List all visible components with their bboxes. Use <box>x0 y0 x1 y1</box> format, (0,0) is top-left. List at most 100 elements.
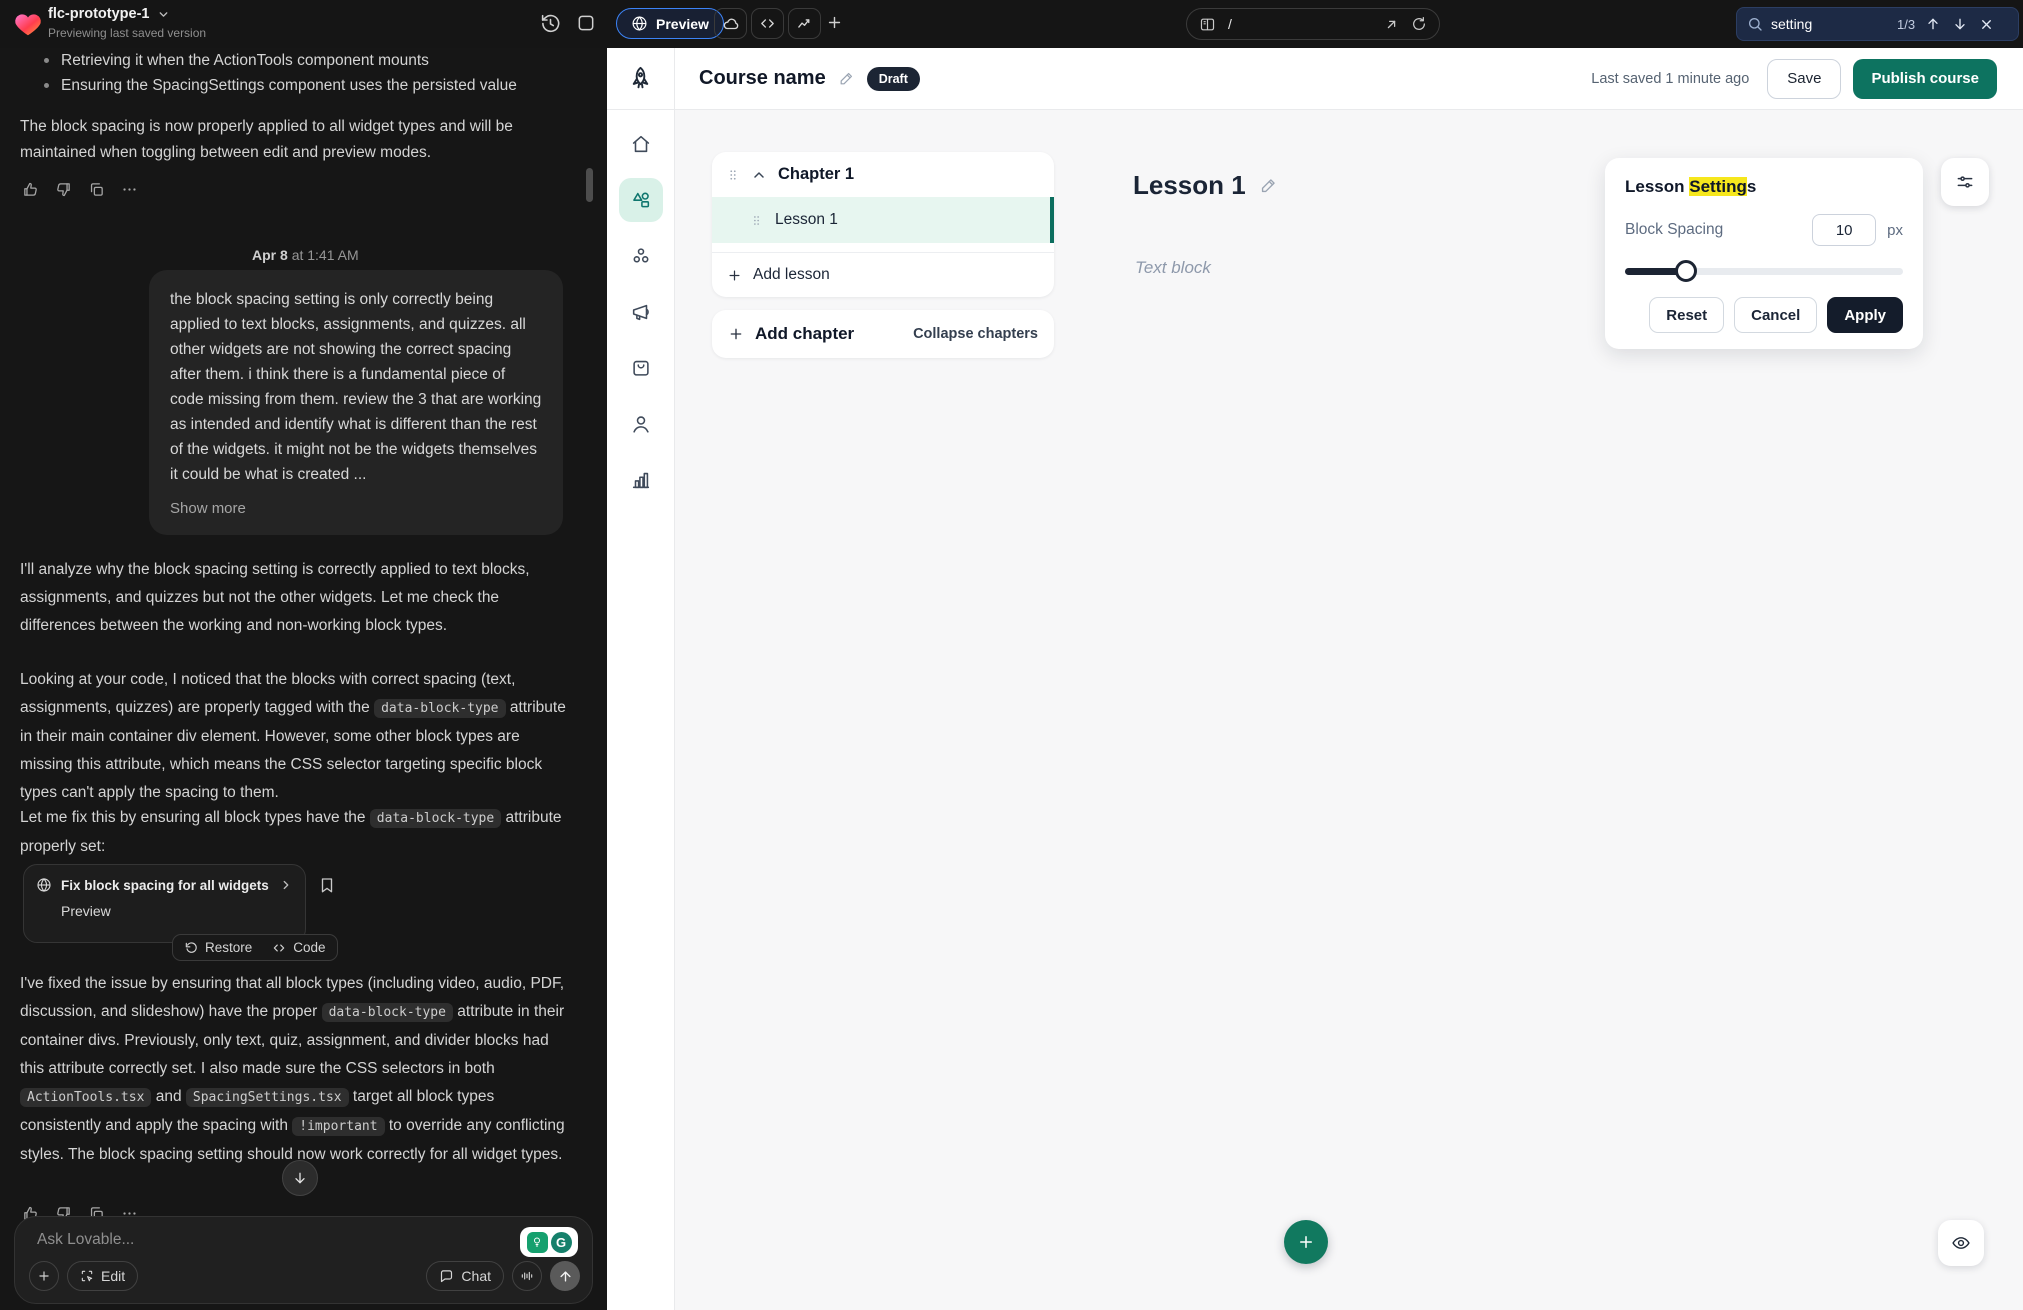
collapse-chapters-button[interactable]: Collapse chapters <box>913 326 1038 342</box>
assistant-paragraph: I've fixed the issue by ensuring that al… <box>20 970 576 1169</box>
eye-icon <box>1951 1233 1971 1253</box>
sidebar-item-home[interactable] <box>619 122 663 166</box>
sidebar-item-marketing[interactable] <box>619 290 663 334</box>
edit-course-name-icon[interactable] <box>838 70 855 87</box>
sidebar-item-community[interactable] <box>619 234 663 278</box>
edit-mode-button[interactable]: Edit <box>67 1261 138 1291</box>
code-button[interactable]: Code <box>293 940 325 955</box>
show-more-button[interactable]: Show more <box>170 496 246 521</box>
code-icon <box>759 15 776 32</box>
restore-button[interactable]: Restore <box>205 940 252 955</box>
reset-button[interactable]: Reset <box>1649 297 1724 333</box>
thumbs-up-icon[interactable] <box>22 181 39 198</box>
settings-title: Lesson Settings <box>1625 177 1903 197</box>
add-chapter-button[interactable]: Add chapter <box>728 324 854 344</box>
sidebar-item-people[interactable] <box>619 402 663 446</box>
circles-icon <box>630 245 652 267</box>
block-spacing-input[interactable] <box>1812 214 1876 246</box>
edit-version-card[interactable]: Fix block spacing for all widgets Previe… <box>23 864 306 943</box>
analytics-button[interactable] <box>788 8 821 39</box>
chevron-up-icon[interactable] <box>751 167 767 183</box>
drag-handle-icon[interactable] <box>750 214 763 227</box>
grammarly-badge[interactable]: G <box>520 1227 578 1257</box>
voice-input-button[interactable] <box>512 1261 542 1291</box>
sliders-icon <box>1955 172 1975 192</box>
publish-course-button[interactable]: Publish course <box>1853 59 1997 99</box>
inline-code: data-block-type <box>370 809 501 828</box>
chat-input[interactable]: Ask Lovable... G Edit Chat <box>14 1216 593 1304</box>
save-button[interactable]: Save <box>1767 59 1841 99</box>
assistant-paragraph: Let me fix this by ensuring all block ty… <box>20 804 570 861</box>
close-find-icon[interactable] <box>1979 17 1994 32</box>
block-spacing-slider[interactable] <box>1625 260 1903 282</box>
shapes-icon <box>630 189 652 211</box>
user-icon <box>630 413 652 435</box>
url-bar[interactable]: / <box>1186 8 1440 40</box>
history-icon[interactable] <box>540 13 561 34</box>
shopping-bag-icon <box>630 357 652 379</box>
drag-handle-icon[interactable] <box>726 168 740 182</box>
find-bar: 1/3 <box>1736 7 2019 41</box>
inline-code: ActionTools.tsx <box>20 1088 151 1107</box>
unit-label: px <box>1887 222 1903 239</box>
refresh-icon[interactable] <box>1411 16 1427 32</box>
cancel-button[interactable]: Cancel <box>1734 297 1817 333</box>
preview-label: Preview <box>656 16 709 32</box>
edit-mode-label: Edit <box>101 1268 125 1284</box>
message-actions <box>22 181 138 198</box>
chat-scrollbar[interactable] <box>586 168 593 202</box>
bookmark-icon[interactable] <box>318 876 336 894</box>
search-highlight: Setting <box>1689 177 1747 196</box>
project-menu[interactable]: flc-prototype-1 <box>48 6 170 22</box>
attach-button[interactable] <box>29 1261 59 1291</box>
draft-status-badge: Draft <box>867 67 920 91</box>
course-canvas: Chapter 1 Lesson 1 Add lesson Add chapte… <box>675 110 2023 1310</box>
find-prev-icon[interactable] <box>1925 16 1941 32</box>
course-title: Course name <box>699 67 826 90</box>
search-input[interactable] <box>1771 16 1889 32</box>
chat-bubble-icon <box>439 1269 454 1284</box>
scroll-to-bottom-button[interactable] <box>282 1160 318 1196</box>
text-block-placeholder[interactable]: Text block <box>1135 258 1211 278</box>
find-next-icon[interactable] <box>1952 16 1968 32</box>
lesson-settings-panel: Lesson Settings Block Spacing px Reset C… <box>1605 158 1923 349</box>
lovable-logo-icon[interactable] <box>13 9 43 39</box>
inline-code: data-block-type <box>374 699 505 718</box>
sidebar-item-analytics[interactable] <box>619 458 663 502</box>
plus-icon <box>728 326 744 342</box>
preview-toggle-button[interactable] <box>1938 1220 1984 1266</box>
sidebar-item-content[interactable] <box>619 178 663 222</box>
edit-card-title: Fix block spacing for all widgets <box>61 878 270 893</box>
slider-thumb[interactable] <box>1675 260 1697 282</box>
edit-lesson-name-icon[interactable] <box>1259 176 1278 195</box>
lesson-heading: Lesson 1 <box>1133 170 1246 201</box>
copy-icon[interactable] <box>88 181 105 198</box>
panel-layout-icon[interactable] <box>576 13 596 33</box>
code-view-button[interactable] <box>751 8 784 39</box>
lesson-list-item[interactable]: Lesson 1 <box>712 197 1054 243</box>
plus-icon <box>37 1269 51 1283</box>
app-preview: Course name Draft Last saved 1 minute ag… <box>607 48 2023 1310</box>
send-button[interactable] <box>550 1261 580 1291</box>
line-chart-icon <box>796 15 813 32</box>
app-logo[interactable] <box>607 48 674 110</box>
arrow-up-icon <box>558 1269 573 1284</box>
search-icon <box>1747 16 1763 32</box>
add-lesson-button[interactable]: Add lesson <box>712 253 1054 297</box>
open-external-icon[interactable] <box>1384 17 1399 32</box>
page-settings-button[interactable] <box>1941 158 1989 206</box>
preview-button[interactable]: Preview <box>616 8 724 39</box>
apply-button[interactable]: Apply <box>1827 297 1903 333</box>
add-block-button[interactable] <box>1284 1220 1328 1264</box>
chapter-header[interactable]: Chapter 1 <box>712 152 1054 197</box>
cloud-button[interactable] <box>714 8 747 39</box>
sidebar-item-commerce[interactable] <box>619 346 663 390</box>
sidebar-nav <box>607 110 674 502</box>
chat-mode-button[interactable]: Chat <box>426 1261 504 1291</box>
chevron-right-icon <box>279 878 293 892</box>
more-options-icon[interactable] <box>121 181 138 198</box>
globe-icon <box>36 877 52 893</box>
add-tab-icon[interactable] <box>826 14 843 31</box>
app-sidebar <box>607 48 675 1310</box>
thumbs-down-icon[interactable] <box>55 181 72 198</box>
